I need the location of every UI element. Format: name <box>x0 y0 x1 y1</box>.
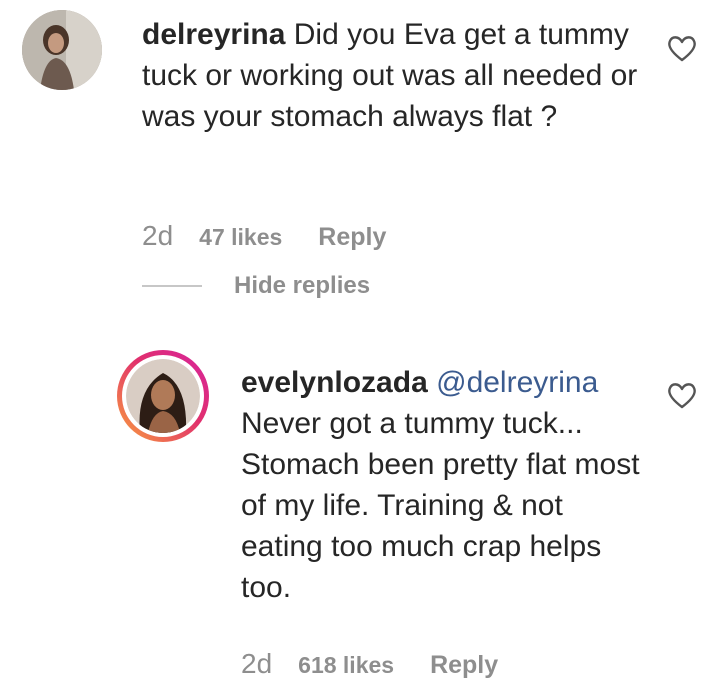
comment-delreyrina: delreyrina Did you Eva get a tummy tuck … <box>0 0 720 300</box>
comment-evelynlozada: evelynlozada @delreyrina Never got a tum… <box>0 340 720 691</box>
avatar <box>122 355 204 437</box>
reply-username[interactable]: evelynlozada <box>241 366 428 399</box>
hide-replies-divider <box>142 285 202 287</box>
heart-icon[interactable] <box>666 380 698 410</box>
reply-text: Never got a tummy tuck... Stomach been p… <box>241 407 640 604</box>
hide-replies-button[interactable]: Hide replies <box>142 272 370 300</box>
avatar[interactable] <box>22 10 102 90</box>
hide-replies-label: Hide replies <box>234 272 371 299</box>
avatar-photo <box>126 359 200 433</box>
avatar-photo <box>22 10 102 90</box>
reply-button[interactable]: Reply <box>318 223 386 252</box>
comment-meta: 2d 47 likes Reply <box>142 220 386 252</box>
heart-icon[interactable] <box>666 33 698 63</box>
reply-body: evelynlozada @delreyrina Never got a tum… <box>241 362 641 608</box>
avatar-story-ring[interactable] <box>117 350 209 442</box>
comment-username[interactable]: delreyrina <box>142 18 285 51</box>
comment-body: delreyrina Did you Eva get a tummy tuck … <box>142 14 642 137</box>
comment-time: 2d <box>142 220 174 251</box>
reply-button[interactable]: Reply <box>430 651 498 680</box>
comment-likes[interactable]: 47 likes <box>199 224 282 251</box>
reply-mention[interactable]: @delreyrina <box>436 366 598 399</box>
reply-likes[interactable]: 618 likes <box>298 652 394 679</box>
reply-meta: 2d 618 likes Reply <box>241 648 498 680</box>
reply-time: 2d <box>241 648 273 679</box>
